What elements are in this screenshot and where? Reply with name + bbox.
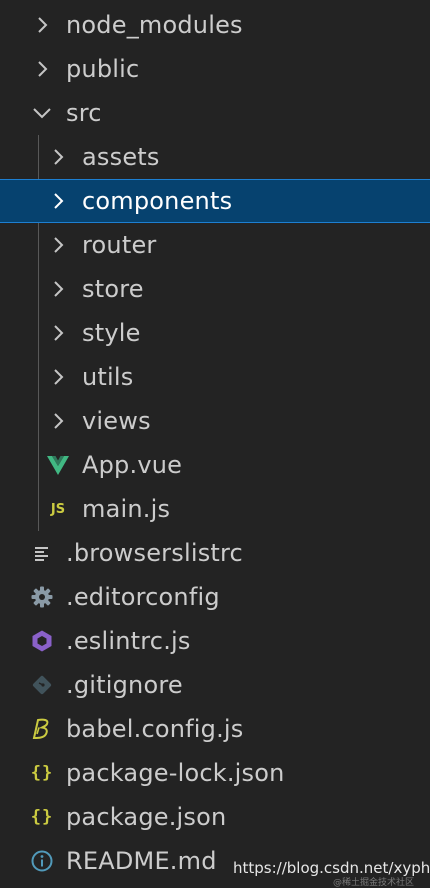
file-explorer-tree: node_modules public src assets component… xyxy=(0,3,430,883)
json-icon: {} xyxy=(30,763,54,783)
chevron-right-icon xyxy=(46,365,70,389)
chevron-right-icon xyxy=(46,277,70,301)
chevron-right-icon xyxy=(46,321,70,345)
tree-item-label: router xyxy=(82,231,157,259)
tree-item-package-lock-json[interactable]: {} package-lock.json xyxy=(0,751,430,795)
tree-item-label: components xyxy=(82,187,233,215)
tree-item-label: package.json xyxy=(66,803,227,831)
tree-item-src[interactable]: src xyxy=(0,91,430,135)
chevron-right-icon xyxy=(30,57,54,81)
chevron-down-icon xyxy=(30,101,54,125)
tree-item-label: src xyxy=(66,99,102,127)
lines-icon xyxy=(30,541,54,565)
chevron-right-icon xyxy=(46,233,70,257)
tree-item-label: assets xyxy=(82,143,160,171)
info-icon xyxy=(30,849,54,873)
chevron-right-icon xyxy=(46,189,70,213)
tree-item-label: .editorconfig xyxy=(66,583,220,611)
vue-icon xyxy=(46,453,70,477)
tree-item-style[interactable]: style xyxy=(0,311,430,355)
tree-item-utils[interactable]: utils xyxy=(0,355,430,399)
tree-item-label: babel.config.js xyxy=(66,715,244,743)
git-icon xyxy=(30,673,54,697)
tree-item-main-js[interactable]: JS main.js xyxy=(0,487,430,531)
tree-item-label: README.md xyxy=(66,847,217,875)
tree-item-views[interactable]: views xyxy=(0,399,430,443)
chevron-right-icon xyxy=(46,409,70,433)
chevron-right-icon xyxy=(30,13,54,37)
tree-item-public[interactable]: public xyxy=(0,47,430,91)
json-icon: {} xyxy=(30,807,54,827)
eslint-icon xyxy=(30,629,54,653)
tree-item-label: public xyxy=(66,55,140,83)
tree-item-label: .eslintrc.js xyxy=(66,627,191,655)
tree-item-label: views xyxy=(82,407,151,435)
tree-item-gitignore[interactable]: .gitignore xyxy=(0,663,430,707)
gear-icon xyxy=(30,585,54,609)
tree-item-router[interactable]: router xyxy=(0,223,430,267)
tree-item-label: store xyxy=(82,275,144,303)
tree-item-components[interactable]: components xyxy=(0,179,430,223)
chevron-right-icon xyxy=(46,145,70,169)
tree-item-label: .browserslistrc xyxy=(66,539,243,567)
tree-item-editorconfig[interactable]: .editorconfig xyxy=(0,575,430,619)
watermark-subtext: @稀土掘金技术社区 xyxy=(333,878,415,888)
tree-item-label: node_modules xyxy=(66,11,243,39)
tree-item-label: App.vue xyxy=(82,451,183,479)
tree-item-label: package-lock.json xyxy=(66,759,285,787)
tree-item-babel-config[interactable]: babel.config.js xyxy=(0,707,430,751)
tree-item-label: main.js xyxy=(82,495,171,523)
tree-item-node-modules[interactable]: node_modules xyxy=(0,3,430,47)
tree-item-app-vue[interactable]: App.vue xyxy=(0,443,430,487)
tree-item-label: utils xyxy=(82,363,134,391)
tree-item-assets[interactable]: assets xyxy=(0,135,430,179)
tree-item-eslintrc[interactable]: .eslintrc.js xyxy=(0,619,430,663)
tree-item-package-json[interactable]: {} package.json xyxy=(0,795,430,839)
tree-item-browserslistrc[interactable]: .browserslistrc xyxy=(0,531,430,575)
js-icon: JS xyxy=(50,501,66,517)
tree-item-label: .gitignore xyxy=(66,671,183,699)
tree-item-label: style xyxy=(82,319,141,347)
tree-item-store[interactable]: store xyxy=(0,267,430,311)
babel-icon xyxy=(30,717,54,741)
